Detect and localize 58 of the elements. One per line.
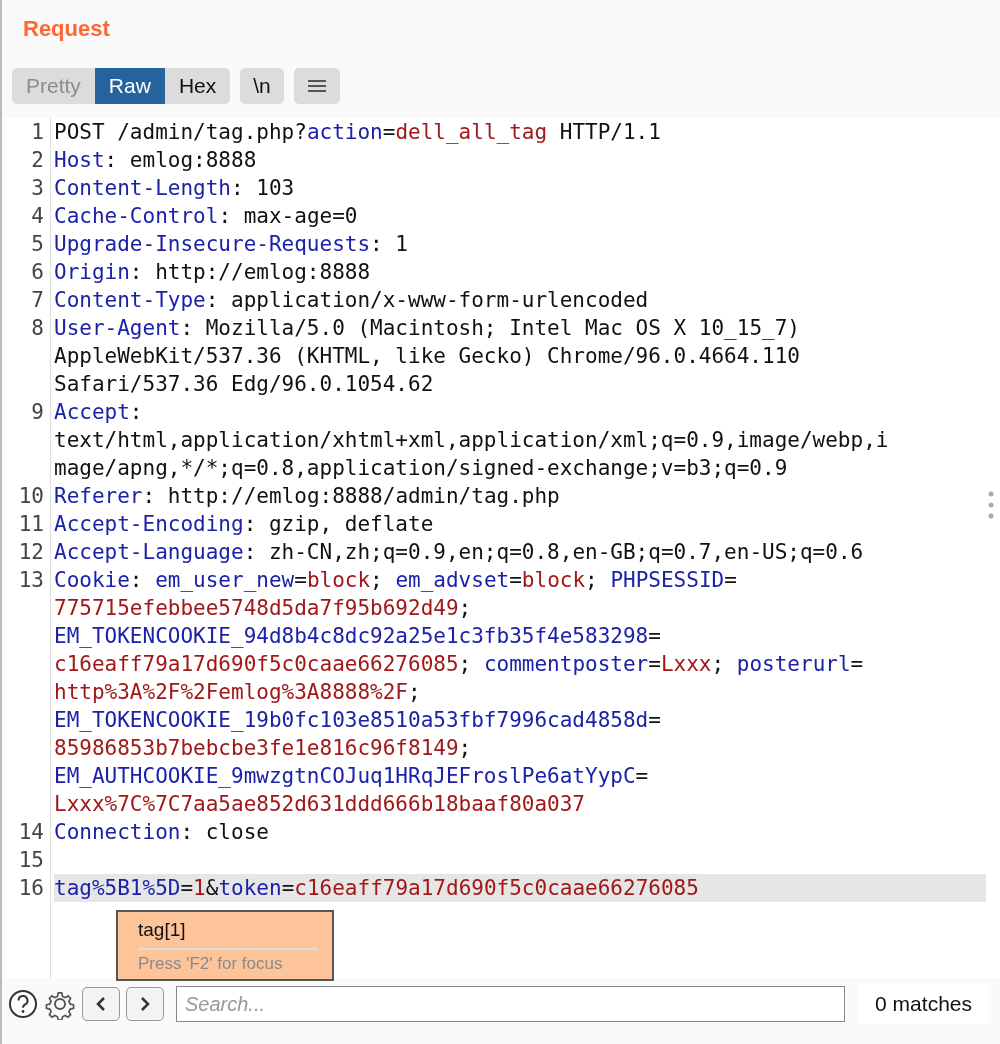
code-text: c16eaff79a17d690f5c0caae66276085; commentposter=Lxxx; posterurl= — [54, 651, 865, 678]
code-text: Referer: http://emlog:8888/admin/tag.php — [54, 483, 561, 510]
code-text: AppleWebKit/537.36 (KHTML, like Gecko) Chrome/96.0.4664.110 — [54, 343, 801, 370]
code-text: http%3A%2F%2Femlog%3A8888%2F; — [54, 679, 422, 706]
line-number: 2 — [2, 146, 51, 174]
line-number: 9 — [2, 398, 51, 482]
line-number: 5 — [2, 230, 51, 258]
line-number: 8 — [2, 314, 51, 398]
code-text: Safari/537.36 Edg/96.0.1054.62 — [54, 371, 435, 398]
chevron-left-icon — [96, 997, 106, 1011]
menu-button[interactable] — [293, 68, 340, 104]
code-text: Cache-Control: max-age=0 — [54, 203, 359, 230]
panel-title: Request — [22, 15, 111, 43]
line-number: 7 — [2, 286, 51, 314]
next-button[interactable] — [126, 987, 164, 1021]
code-text: Host: emlog:8888 — [54, 147, 258, 174]
previous-button[interactable] — [82, 987, 120, 1021]
menu-icon — [306, 78, 327, 94]
line-number: 16 — [2, 874, 51, 902]
code-text: Connection: close — [54, 819, 270, 846]
view-tab[interactable]: Hex — [164, 68, 231, 104]
line-number: 1 — [2, 118, 51, 146]
chevron-right-icon — [140, 997, 150, 1011]
help-icon[interactable] — [8, 989, 38, 1019]
code-text: text/html,application/xhtml+xml,application/xml;q=0.9,image/webp,i — [54, 427, 890, 454]
code-text: POST /admin/tag.php?action=dell_all_tag HTTP/1.1 — [54, 119, 662, 146]
line-number: 12 — [2, 538, 51, 566]
code-text: tag%5B1%5D=1&token=c16eaff79a17d690f5c0caae66276085 — [54, 874, 986, 902]
code-text: Upgrade-Insecure-Requests: 1 — [54, 231, 409, 258]
search-field[interactable]: Search... — [176, 986, 846, 1022]
code-text: EM_TOKENCOOKIE_19b0fc103e8510a53fbf7996cad4858d= — [54, 707, 662, 734]
code-text: Cookie: em_user_new=block; em_advset=block; PHPSESSID= — [54, 567, 738, 594]
code-text: Content-Type: application/x-www-form-urlencoded — [54, 287, 650, 314]
line-number: 3 — [2, 174, 51, 202]
code-text: Content-Length: 103 — [54, 175, 296, 202]
code-text: mage/apng,*/*;q=0.8,application/signed-exchange;v=b3;q=0.9 — [54, 455, 789, 482]
code-text: User-Agent: Mozilla/5.0 (Macintosh; Intel Mac OS X 10_15_7) — [54, 315, 801, 342]
code-text: Origin: http://emlog:8888 — [54, 259, 372, 286]
code-text: Accept: — [54, 399, 144, 426]
tooltip-hint: Press 'F2' for focus — [138, 953, 284, 974]
code-text: 85986853b7bebcbe3fe1e816c96f8149; — [54, 735, 473, 762]
line-number: 11 — [2, 510, 51, 538]
code-text: EM_AUTHCOOKIE_9mwzgtnCOJuq1HRqJEFroslPe6atYypC= — [54, 763, 650, 790]
code-text: 775715efebbee5748d5da7f95b692d49; — [54, 595, 473, 622]
line-number: 10 — [2, 482, 51, 510]
line-number: 6 — [2, 258, 51, 286]
code-text: Accept-Encoding: gzip, deflate — [54, 511, 435, 538]
code-text: Lxxx%7C%7C7aa5ae852d631ddd666b18baaf80a037 — [54, 791, 586, 818]
code-text: Accept-Language: zh-CN,zh;q=0.9,en;q=0.8,en-GB;q=0.7,en-US;q=0.6 — [54, 539, 865, 566]
line-number: 13 — [2, 566, 51, 818]
newline-button[interactable]: \n — [240, 68, 284, 104]
line-number: 15 — [2, 846, 51, 874]
code-text: EM_TOKENCOOKIE_94d8b4c8dc92a25e1c3fb35f4e583298= — [54, 623, 662, 650]
match-count: 0 matches — [859, 984, 988, 1024]
line-number: 14 — [2, 818, 51, 846]
line-number: 4 — [2, 202, 51, 230]
tooltip-title: tag[1] — [138, 919, 318, 950]
view-tab[interactable]: Raw — [94, 68, 165, 104]
